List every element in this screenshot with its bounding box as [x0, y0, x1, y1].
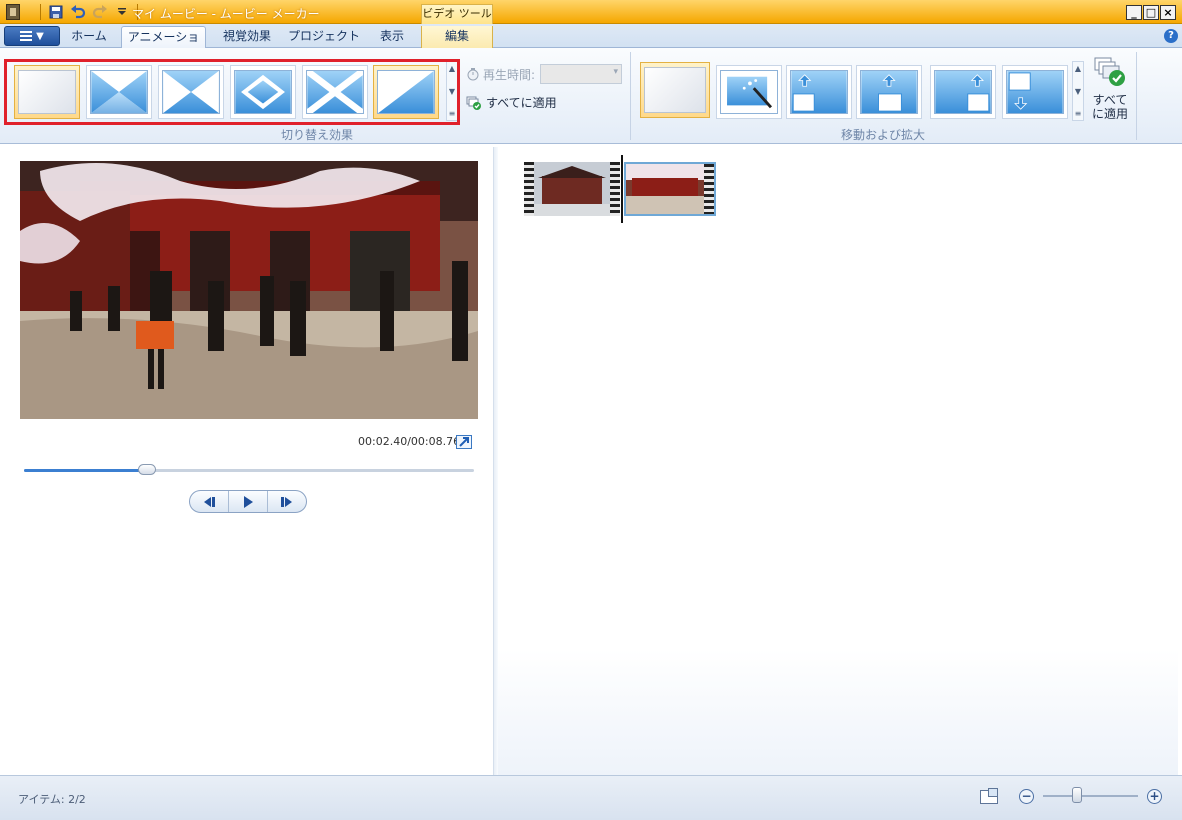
fullscreen-preview-icon[interactable] — [456, 435, 472, 449]
pan-zoom-apply-all-button[interactable]: すべて に適用 — [1092, 56, 1128, 121]
expand-arrow-icon — [459, 437, 469, 447]
tab-animations[interactable]: アニメーション — [121, 26, 206, 65]
help-icon[interactable]: ? — [1164, 29, 1178, 43]
status-bar: アイテム: 2/2 − + — [0, 775, 1182, 820]
video-tools-context-title: ビデオ ツール — [421, 4, 493, 24]
maximize-button[interactable]: □ — [1143, 5, 1159, 20]
transitions-group-label: 切り替え効果 — [280, 128, 353, 142]
menu-icon — [20, 31, 33, 41]
apply-all-label: すべてに適用 — [486, 96, 557, 110]
save-button[interactable] — [47, 3, 65, 21]
film-sprocket — [524, 162, 534, 216]
pan-zoom-up-right[interactable] — [930, 65, 996, 119]
apply-all-icon — [466, 96, 481, 110]
seek-bar[interactable] — [24, 469, 474, 472]
pan-down-left-icon — [1006, 70, 1064, 114]
tab-visual-effects[interactable]: 視覚効果 — [212, 26, 282, 48]
application-menu-button[interactable]: ▼ — [4, 26, 60, 46]
zoom-slider-track[interactable] — [1043, 795, 1138, 797]
undo-icon — [71, 5, 86, 19]
more-icon[interactable]: ≡ — [1075, 109, 1082, 118]
temple-gate-thumbnail — [534, 162, 610, 216]
previous-frame-button[interactable] — [190, 491, 229, 512]
transition-apply-all-button[interactable]: すべてに適用 — [466, 94, 557, 111]
redo-button[interactable] — [91, 3, 109, 21]
pan-up-center-icon — [860, 70, 918, 114]
pan-zoom-gallery-scroll[interactable]: ▲ ▼ ≡ — [1072, 61, 1084, 121]
pan-zoom-group-label: 移動および拡大 — [840, 128, 925, 142]
undo-button[interactable] — [69, 3, 87, 21]
cherry-blossom-thumbnail — [626, 164, 704, 214]
stopwatch-icon — [467, 68, 479, 81]
seek-bar-progress — [24, 469, 148, 472]
play-icon — [244, 495, 253, 508]
qat-separator — [40, 4, 41, 20]
transition-gallery-highlight — [4, 59, 460, 125]
next-frame-button[interactable] — [268, 491, 306, 512]
duration-control: 再生時間: — [466, 64, 623, 84]
scroll-down-icon[interactable]: ▼ — [1075, 87, 1081, 96]
playback-time: 00:02.40/00:08.76 — [358, 435, 461, 448]
film-sprocket — [704, 164, 714, 214]
tab-view[interactable]: 表示 — [366, 26, 418, 48]
close-button[interactable]: × — [1160, 5, 1176, 20]
storyboard-clip-2[interactable] — [624, 162, 716, 216]
storyboard-clip-1[interactable] — [524, 162, 620, 216]
video-preview[interactable] — [20, 161, 478, 419]
play-button[interactable] — [229, 491, 268, 512]
zoom-out-button[interactable]: − — [1019, 789, 1034, 804]
save-icon — [49, 5, 63, 19]
chevron-down-icon — [118, 8, 126, 15]
quick-access-toolbar — [38, 3, 140, 21]
apply-all-line-2: に適用 — [1092, 107, 1129, 121]
storyboard-pane[interactable] — [498, 147, 1178, 775]
zoom-in-button[interactable]: + — [1147, 789, 1162, 804]
pan-zoom-down-left[interactable] — [1002, 65, 1068, 119]
storyboard-playhead[interactable] — [621, 155, 623, 223]
no-pan-zoom-preview — [644, 67, 706, 113]
customize-qat-button[interactable] — [113, 3, 131, 21]
chevron-down-icon: ▼ — [36, 30, 44, 42]
group-divider — [630, 52, 631, 140]
apply-all-large-icon — [1094, 57, 1125, 86]
pan-up-left-icon — [790, 70, 848, 114]
playback-controls — [189, 490, 307, 513]
previous-frame-icon — [204, 496, 215, 507]
group-divider — [1136, 52, 1137, 140]
film-sprocket — [610, 162, 620, 216]
item-count: アイテム: 2/2 — [18, 793, 86, 806]
zoom-slider-thumb[interactable] — [1072, 787, 1083, 803]
duration-label: 再生時間: — [483, 67, 536, 82]
thumbnail-size-icon[interactable] — [980, 788, 998, 804]
pan-up-right-icon — [934, 70, 992, 114]
pan-zoom-up-left[interactable] — [786, 65, 852, 119]
pan-zoom-none[interactable] — [640, 62, 710, 118]
duration-combobox[interactable] — [540, 64, 623, 84]
ribbon-tab-row: ▼ ホーム アニメーション 視覚効果 プロジェクト 表示 編集 ? — [0, 24, 1182, 65]
tab-edit[interactable]: 編集 — [421, 26, 493, 48]
pan-zoom-automatic[interactable] — [716, 65, 782, 119]
next-frame-icon — [281, 496, 292, 507]
movie-maker-app-icon[interactable] — [6, 4, 20, 20]
window-title: マイ ムービー - ムービー メーカー — [132, 7, 320, 21]
title-bar: マイ ムービー - ムービー メーカー ビデオ ツール _ □ × — [0, 0, 1182, 24]
pan-zoom-up-center[interactable] — [856, 65, 922, 119]
tab-home[interactable]: ホーム — [62, 26, 116, 48]
minimize-button[interactable]: _ — [1126, 5, 1142, 20]
redo-icon — [92, 5, 107, 19]
magic-wand-icon — [720, 70, 778, 114]
temple-scene-image — [20, 161, 478, 419]
tab-project[interactable]: プロジェクト — [288, 26, 360, 48]
scroll-up-icon[interactable]: ▲ — [1075, 64, 1081, 73]
apply-all-line-1: すべて — [1092, 93, 1128, 107]
window-controls: _ □ × — [1126, 5, 1176, 20]
seek-bar-thumb[interactable] — [138, 464, 157, 475]
